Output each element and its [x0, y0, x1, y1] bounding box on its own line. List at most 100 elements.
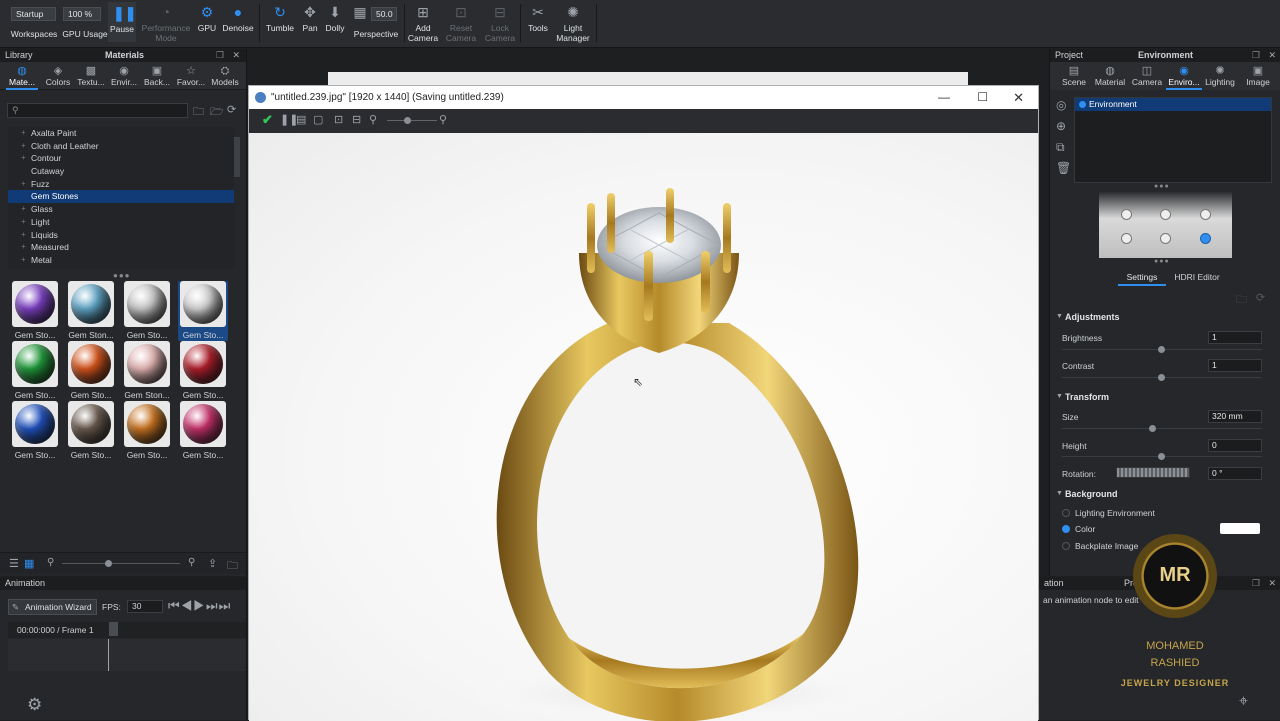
tab-camera[interactable]: ◫ Camera [1129, 65, 1165, 87]
reset-icon[interactable]: ⟳ [1256, 291, 1265, 304]
grid-view-icon[interactable]: ▦ [24, 557, 34, 570]
tools-button[interactable]: ✂ Tools [524, 4, 552, 33]
rotation-dial[interactable] [1116, 467, 1190, 478]
crop-icon[interactable]: ▢ [313, 113, 323, 126]
tree-item[interactable]: Cutaway [8, 165, 234, 178]
brightness-slider-handle[interactable] [1158, 346, 1165, 353]
brightness-input[interactable]: 1 [1208, 331, 1262, 344]
tab-backplates[interactable]: ▣ Back... [141, 65, 173, 87]
gpu-button[interactable]: ⚙ GPU [195, 4, 219, 33]
tab-environments[interactable]: ◉ Envir... [108, 65, 140, 87]
tree-item[interactable]: + Cloth and Leather [8, 140, 234, 153]
zoom-slider[interactable] [387, 120, 437, 121]
tab-textures[interactable]: ▩ Textu... [75, 65, 107, 87]
compare-icon[interactable]: ⊟ [352, 113, 361, 126]
fps-input[interactable]: 30 [127, 600, 163, 613]
thumbnail-gem-stone[interactable]: Gem Sto... [178, 341, 228, 401]
contrast-input[interactable]: 1 [1208, 359, 1262, 372]
tumble-button[interactable]: ↻ Tumble [263, 4, 297, 33]
globe-add-icon[interactable]: ⊕ [1056, 119, 1066, 133]
rotation-input[interactable]: 0 ° [1208, 467, 1262, 480]
light-marker[interactable] [1121, 209, 1132, 220]
reset-camera-button[interactable]: ⊡ Reset Camera [444, 4, 478, 43]
animation-wizard-button[interactable]: ✎ Animation Wizard [8, 599, 97, 615]
tree-item[interactable]: + Liquids [8, 229, 234, 242]
background-section[interactable]: Background [1065, 489, 1118, 499]
list-view-icon[interactable]: ☰ [9, 557, 19, 570]
light-manager-button[interactable]: ✺ Light Manager [554, 4, 592, 43]
dolly-button[interactable]: ⬇ Dolly [323, 4, 347, 33]
collapse-icon[interactable]: ▼ [1056, 490, 1063, 497]
tree-item[interactable]: + Axalta Paint [8, 127, 234, 140]
tab-colors[interactable]: ◈ Colors [42, 65, 74, 87]
radio-lighting-environment[interactable] [1062, 509, 1070, 517]
subtab-settings[interactable]: Settings [1118, 272, 1166, 286]
zoom-slider-handle[interactable] [404, 117, 411, 124]
tree-item[interactable]: + Light [8, 216, 234, 229]
adjustments-section[interactable]: Adjustments [1065, 312, 1120, 322]
transform-section[interactable]: Transform [1065, 392, 1109, 402]
check-icon[interactable]: ✔ [262, 112, 273, 128]
thumbnail-gem-stone-selected[interactable]: Gem Sto... [178, 281, 228, 341]
collapse-icon[interactable]: ▼ [1056, 313, 1063, 320]
gpu-usage-field[interactable]: 100 % [63, 7, 101, 21]
thumbnail-gem-stone[interactable]: Gem Sto... [10, 341, 60, 401]
globe-icon[interactable]: ◎ [1056, 98, 1066, 112]
thumbnail-gem-stone[interactable]: Gem Sto... [66, 401, 116, 461]
tree-item[interactable]: + Contour [8, 152, 234, 165]
undock-icon[interactable]: ❐ [1252, 577, 1260, 590]
playback-controls[interactable]: ⏮◀▶⏭⏭ [168, 598, 231, 614]
size-input[interactable]: 320 mm [1208, 410, 1262, 423]
zoom-out-icon[interactable]: ⚲ [47, 557, 54, 568]
workspace-select[interactable]: Startup [11, 7, 56, 21]
radio-backplate-image[interactable] [1062, 542, 1070, 550]
refresh-icon[interactable]: ⟳ [227, 103, 236, 116]
folder-icon[interactable]: 🗀 [1236, 291, 1247, 310]
environment-list-item[interactable]: Environment [1075, 98, 1271, 111]
minimize-icon[interactable]: — [938, 86, 950, 109]
tree-item[interactable]: + Metal [8, 254, 234, 267]
fit-icon[interactable]: ⊡ [334, 113, 343, 126]
close-icon[interactable]: ✕ [1268, 577, 1276, 590]
performance-mode-button[interactable]: ◔ Performance Mode [138, 4, 194, 43]
pan-button[interactable]: ✥ Pan [299, 4, 321, 33]
zoom-out-icon[interactable]: ⚲ [369, 113, 377, 126]
height-input[interactable]: 0 [1208, 439, 1262, 452]
collapse-icon[interactable]: ▼ [1056, 393, 1063, 400]
undock-icon[interactable]: ❐ [1252, 49, 1260, 62]
light-marker[interactable] [1160, 233, 1171, 244]
thumbnail-gem-stone[interactable]: Gem Ston... [66, 281, 116, 341]
thumbnail-size-slider[interactable] [62, 563, 180, 564]
timeline-track[interactable] [8, 639, 246, 671]
thumbnail-gem-stone[interactable]: Gem Sto... [66, 341, 116, 401]
tree-item[interactable]: + Measured [8, 241, 234, 254]
radio-color[interactable] [1062, 525, 1070, 533]
perspective-icon-button[interactable]: ▦ [351, 4, 366, 23]
tab-material[interactable]: ◍ Material [1092, 65, 1128, 87]
light-marker-selected[interactable] [1200, 233, 1211, 244]
tree-item[interactable]: + Fuzz [8, 178, 234, 191]
splitter-handle[interactable]: ●●● [113, 271, 131, 280]
timeline-playhead[interactable] [109, 622, 118, 636]
height-slider-handle[interactable] [1158, 453, 1165, 460]
tab-image[interactable]: ▣ Image [1240, 65, 1276, 87]
library-search-input[interactable]: ⚲ [7, 103, 188, 118]
folder-icon[interactable]: 🗀 [227, 557, 238, 576]
thumbnail-gem-stone[interactable]: Gem Sto... [10, 281, 60, 341]
save-icon[interactable]: ▤ [296, 113, 306, 126]
duplicate-icon[interactable]: ⧉ [1056, 140, 1065, 155]
close-icon[interactable]: ✕ [232, 49, 240, 62]
light-marker[interactable] [1160, 209, 1171, 220]
slider-handle[interactable] [105, 560, 112, 567]
light-marker[interactable] [1200, 209, 1211, 220]
tab-scene[interactable]: ▤ Scene [1056, 65, 1092, 87]
denoise-button[interactable]: ● Denoise [221, 4, 255, 33]
size-slider-handle[interactable] [1149, 425, 1156, 432]
folder-add-icon[interactable]: 🗁 [210, 103, 224, 122]
folder-icon[interactable]: 🗀 [193, 103, 204, 122]
thumbnail-gem-stone[interactable]: Gem Sto... [178, 401, 228, 461]
environment-preview[interactable] [1099, 192, 1232, 258]
maximize-icon[interactable]: ☐ [977, 86, 988, 109]
tree-scrollbar[interactable] [234, 137, 240, 177]
upload-icon[interactable]: ⇪ [208, 557, 217, 570]
